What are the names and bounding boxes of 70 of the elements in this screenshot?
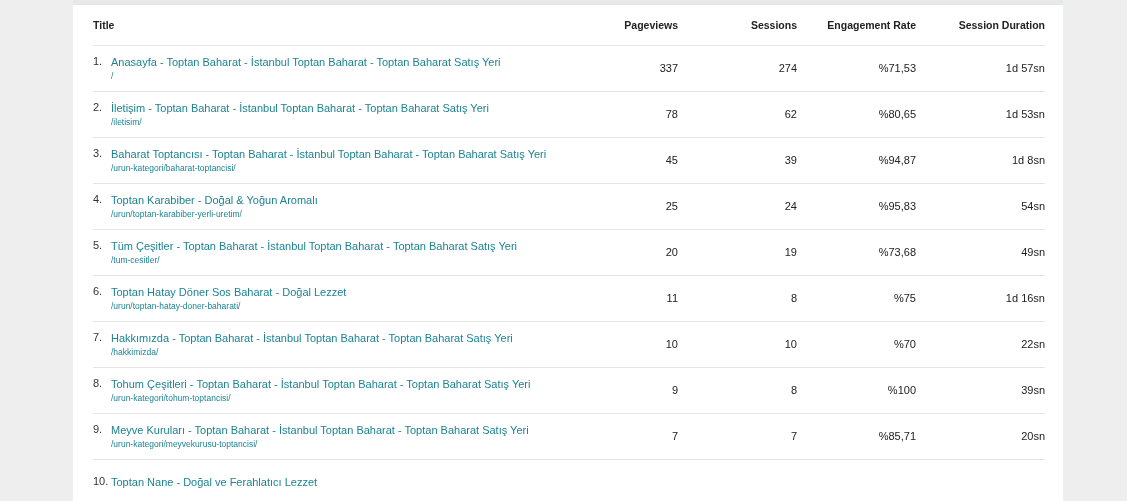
row-number: 7. bbox=[93, 331, 104, 343]
page-title-link[interactable]: İletişim - Toptan Baharat - İstanbul Toptan Baharat - Toptan Baharat Satış Yeri bbox=[111, 101, 489, 115]
page-title-link[interactable]: Tohum Çeşitleri - Toptan Baharat - İstanbul Toptan Baharat - Toptan Baharat Satış Yeri bbox=[111, 377, 531, 391]
page-title-link[interactable]: Toptan Hatay Döner Sos Baharat - Doğal Lezzet bbox=[111, 285, 347, 299]
table-cell: 25 bbox=[665, 200, 678, 212]
table-cell: %95,83 bbox=[878, 200, 916, 212]
row-number: 1. bbox=[93, 55, 104, 67]
row-number: 4. bbox=[93, 193, 104, 205]
table-cell: 1d 16sn bbox=[1005, 292, 1045, 304]
table-cell: 45 bbox=[665, 154, 678, 166]
table-cell: 1d 8sn bbox=[1011, 154, 1045, 166]
table-cell: 11 bbox=[666, 292, 678, 304]
table-cell: 337 bbox=[659, 62, 678, 74]
page-path: /urun-kategori/tohum-toptancisi/ bbox=[111, 393, 232, 403]
table-cell: 9 bbox=[671, 384, 678, 396]
column-header[interactable]: Session Duration bbox=[958, 19, 1045, 31]
table-cell: 39sn bbox=[1021, 384, 1045, 396]
table-cell: %94,87 bbox=[878, 154, 916, 166]
table-cell: 24 bbox=[784, 200, 797, 212]
page-title-link[interactable]: Toptan Nane - Doğal ve Ferahlatıcı Lezzet bbox=[111, 475, 318, 489]
page-title-link[interactable]: Toptan Karabiber - Doğal & Yoğun Aromalı bbox=[111, 193, 318, 207]
table-cell: 54sn bbox=[1021, 200, 1045, 212]
page-path: /tum-cesitler/ bbox=[111, 255, 161, 265]
table-cell: 1d 57sn bbox=[1005, 62, 1045, 74]
column-header[interactable]: Sessions bbox=[750, 19, 797, 31]
table-cell: 78 bbox=[665, 108, 678, 120]
page-path: /iletisim/ bbox=[111, 117, 143, 127]
table-cell: 39 bbox=[784, 154, 797, 166]
table-cell: %80,65 bbox=[878, 108, 916, 120]
table-cell: 20 bbox=[665, 246, 678, 258]
table-cell: 7 bbox=[790, 430, 797, 442]
table-cell: %85,71 bbox=[878, 430, 916, 442]
table-cell: 19 bbox=[784, 246, 797, 258]
table-cell: %70 bbox=[893, 338, 916, 350]
page-path: /urun-kategori/meyvekurusu-toptancisi/ bbox=[111, 439, 259, 449]
page-title-link[interactable]: Hakkımızda - Toptan Baharat - İstanbul Toptan Baharat - Toptan Baharat Satış Yeri bbox=[111, 331, 513, 345]
table-cell: 10 bbox=[784, 338, 797, 350]
page-path: /hakkimizda/ bbox=[111, 347, 160, 357]
table-cell: 274 bbox=[778, 62, 797, 74]
row-number: 2. bbox=[93, 101, 104, 113]
row-number: 8. bbox=[93, 377, 104, 389]
table-cell: %100 bbox=[887, 384, 916, 396]
table-cell: 22sn bbox=[1021, 338, 1045, 350]
page-title-link[interactable]: Anasayfa - Toptan Baharat - İstanbul Toptan Baharat - Toptan Baharat Satış Yeri bbox=[111, 55, 501, 69]
page-path: / bbox=[111, 71, 115, 81]
page-path: /urun-kategori/baharat-toptancisi/ bbox=[111, 163, 237, 173]
page-title-link[interactable]: Baharat Toptancısı - Toptan Baharat - İstanbul Toptan Baharat - Toptan Baharat Satış Yeri bbox=[111, 147, 547, 161]
page-title-link[interactable]: Meyve Kuruları - Toptan Baharat - İstanbul Toptan Baharat - Toptan Baharat Satış Yeri bbox=[111, 423, 529, 437]
row-number: 5. bbox=[93, 239, 104, 251]
row-number: 6. bbox=[93, 285, 104, 297]
page-path: /urun/toptan-hatay-doner-baharati/ bbox=[111, 301, 242, 311]
page-title-link[interactable]: Tüm Çeşitler - Toptan Baharat - İstanbul Toptan Baharat - Toptan Baharat Satış Yeri bbox=[111, 239, 518, 253]
table-cell: 8 bbox=[790, 292, 797, 304]
column-header[interactable]: Pageviews bbox=[624, 19, 678, 31]
table-cell: 1d 53sn bbox=[1005, 108, 1045, 120]
table-cell: 7 bbox=[671, 430, 678, 442]
row-number: 10. bbox=[93, 475, 110, 487]
table-cell: %73,68 bbox=[878, 246, 916, 258]
column-header[interactable]: Title bbox=[93, 19, 115, 31]
table-cell: 49sn bbox=[1021, 246, 1045, 258]
table-cell: 20sn bbox=[1021, 430, 1045, 442]
table-cell: 8 bbox=[790, 384, 797, 396]
row-number: 9. bbox=[93, 423, 104, 435]
row-number: 3. bbox=[93, 147, 104, 159]
column-header[interactable]: Engagement Rate bbox=[827, 19, 916, 31]
page-path: /urun/toptan-karabiber-yerli-uretim/ bbox=[111, 209, 243, 219]
table-cell: %71,53 bbox=[878, 62, 916, 74]
table-cell: %75 bbox=[893, 292, 916, 304]
table-cell: 10 bbox=[665, 338, 678, 350]
table-cell: 62 bbox=[784, 108, 797, 120]
